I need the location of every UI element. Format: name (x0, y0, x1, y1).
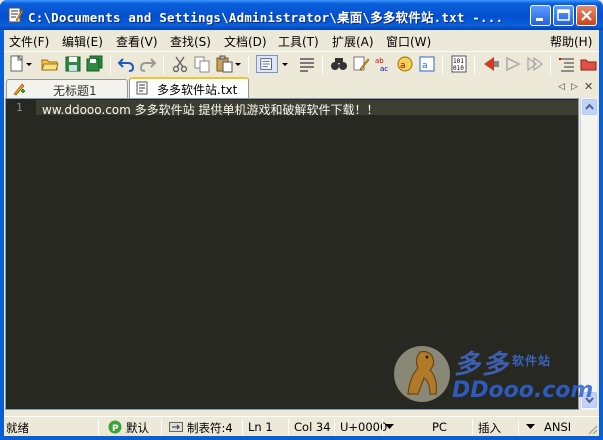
outline-icon[interactable] (558, 55, 576, 73)
menu-document[interactable]: 文档(D) (224, 33, 267, 50)
notepad-window: C:\Documents and Settings\Administrator\… (0, 0, 603, 440)
menu-file[interactable]: 文件(F) (9, 33, 49, 50)
save-icon[interactable] (64, 55, 82, 73)
vertical-scrollbar[interactable] (580, 98, 597, 410)
minimize-icon (536, 18, 543, 21)
tab-label: 无标题1 (53, 84, 97, 98)
svg-text:101: 101 (453, 58, 464, 65)
maximize-icon (557, 9, 570, 21)
status-column: Col 34 (294, 420, 331, 434)
open-folder-icon[interactable] (41, 55, 59, 73)
word-wrap-icon[interactable] (298, 55, 316, 73)
tab-close-icon[interactable]: ✕ (584, 80, 593, 93)
spell-check-icon[interactable]: a (418, 55, 436, 73)
tab-active-file[interactable]: 多多软件站.txt (129, 77, 249, 99)
tab-untitled1[interactable]: 无标题1 (6, 79, 128, 99)
tab-label: 多多软件站.txt (157, 83, 238, 97)
close-button[interactable] (576, 5, 597, 26)
undo-icon[interactable] (117, 55, 135, 73)
scheme-icon: P (108, 420, 122, 434)
paste-dropdown-icon[interactable] (233, 55, 243, 73)
watermark-name: 多多 (454, 350, 511, 380)
svg-text:ab: ab (375, 57, 384, 65)
svg-text:P: P (112, 424, 119, 434)
tab-scroll-right-icon[interactable]: ▷ (571, 82, 578, 92)
status-insert-mode[interactable]: 插入 (478, 420, 501, 436)
menu-extensions[interactable]: 扩展(A) (332, 33, 374, 50)
file-browser-icon[interactable] (580, 55, 598, 73)
horse-logo-icon (394, 346, 450, 402)
status-encoding[interactable]: ANSI (544, 420, 571, 434)
status-line-ending[interactable]: PC (432, 420, 447, 434)
paste-icon[interactable] (215, 55, 233, 73)
svg-text:a: a (400, 61, 406, 71)
new-document-icon (13, 83, 25, 96)
maximize-button[interactable] (553, 5, 574, 26)
scroll-up-button[interactable] (582, 99, 597, 115)
macro-play-icon[interactable] (504, 55, 522, 73)
title-bar[interactable]: C:\Documents and Settings\Administrator\… (0, 0, 603, 30)
line-number: 1 (16, 101, 23, 114)
svg-text:010: 010 (453, 65, 464, 72)
status-char-code: U+0000 (340, 420, 388, 434)
toolbar: ab ac a a 101 010 (4, 51, 599, 76)
status-line: Ln 1 (248, 420, 273, 434)
encoding-dropdown-icon[interactable] (526, 424, 535, 430)
watermark-url: DDooo.com (452, 378, 594, 403)
tab-size-icon (169, 422, 183, 432)
watermark-subtitle: 软件站 (512, 354, 552, 368)
menu-tools[interactable]: 工具(T) (278, 33, 319, 50)
resize-grip-icon[interactable] (586, 423, 598, 435)
status-tab-size[interactable]: 制表符:4 (187, 420, 233, 436)
status-bar: 就绪 P 默认 制表符:4 Ln 1 Col 34 U+0000 PC 插入 A… (4, 416, 599, 436)
find-icon[interactable] (330, 55, 348, 73)
line-number-gutter: 1 (6, 99, 36, 409)
view-mode-dropdown-icon[interactable] (280, 55, 290, 73)
macro-repeat-icon[interactable] (526, 55, 544, 73)
close-icon (581, 10, 592, 21)
client-area: 文件(F) 编辑(E) 查看(V) 查找(S) 文档(D) 工具(T) 扩展(A… (4, 30, 599, 436)
scroll-up-icon (585, 103, 594, 110)
menu-window[interactable]: 窗口(W) (386, 33, 431, 50)
svg-text:ac: ac (380, 65, 388, 73)
status-state: 就绪 (6, 421, 29, 435)
tab-scroll-left-icon[interactable]: ◁ (558, 82, 565, 92)
goto-icon[interactable]: a (396, 55, 414, 73)
save-all-icon[interactable] (86, 55, 104, 73)
redo-icon[interactable] (139, 55, 157, 73)
menu-bar: 文件(F) 编辑(E) 查看(V) 查找(S) 文档(D) 工具(T) 扩展(A… (4, 30, 599, 50)
editor-line-text[interactable]: ww.ddooo.com 多多软件站 提供单机游戏和破解软件下载！！ (42, 101, 378, 118)
copy-icon[interactable] (193, 55, 211, 73)
replace-icon[interactable]: abac (374, 55, 392, 73)
status-scheme[interactable]: 默认 (126, 420, 149, 436)
line-ending-dropdown-icon[interactable] (385, 424, 394, 430)
menu-help[interactable]: 帮助(H) (550, 33, 592, 50)
menu-search[interactable]: 查找(S) (170, 33, 211, 50)
find-in-files-icon[interactable] (352, 55, 370, 73)
macro-record-icon[interactable] (482, 55, 500, 73)
menu-edit[interactable]: 编辑(E) (62, 33, 103, 50)
tab-bar: 无标题1 多多软件站.txt ◁ ▷ ✕ (4, 77, 599, 99)
cut-icon[interactable] (171, 55, 189, 73)
new-file-dropdown-icon[interactable] (24, 55, 34, 73)
menu-view[interactable]: 查看(V) (116, 33, 158, 50)
svg-text:a: a (422, 61, 428, 71)
hex-mode-icon[interactable]: 101010 (450, 55, 468, 73)
notepad-app-icon (8, 7, 23, 23)
view-mode-icon[interactable] (256, 55, 278, 73)
text-file-icon (136, 81, 148, 95)
site-watermark: 多多 软件站 DDooo.com (392, 338, 593, 410)
minimize-button[interactable] (530, 5, 551, 26)
window-title: C:\Documents and Settings\Administrator\… (28, 10, 504, 25)
